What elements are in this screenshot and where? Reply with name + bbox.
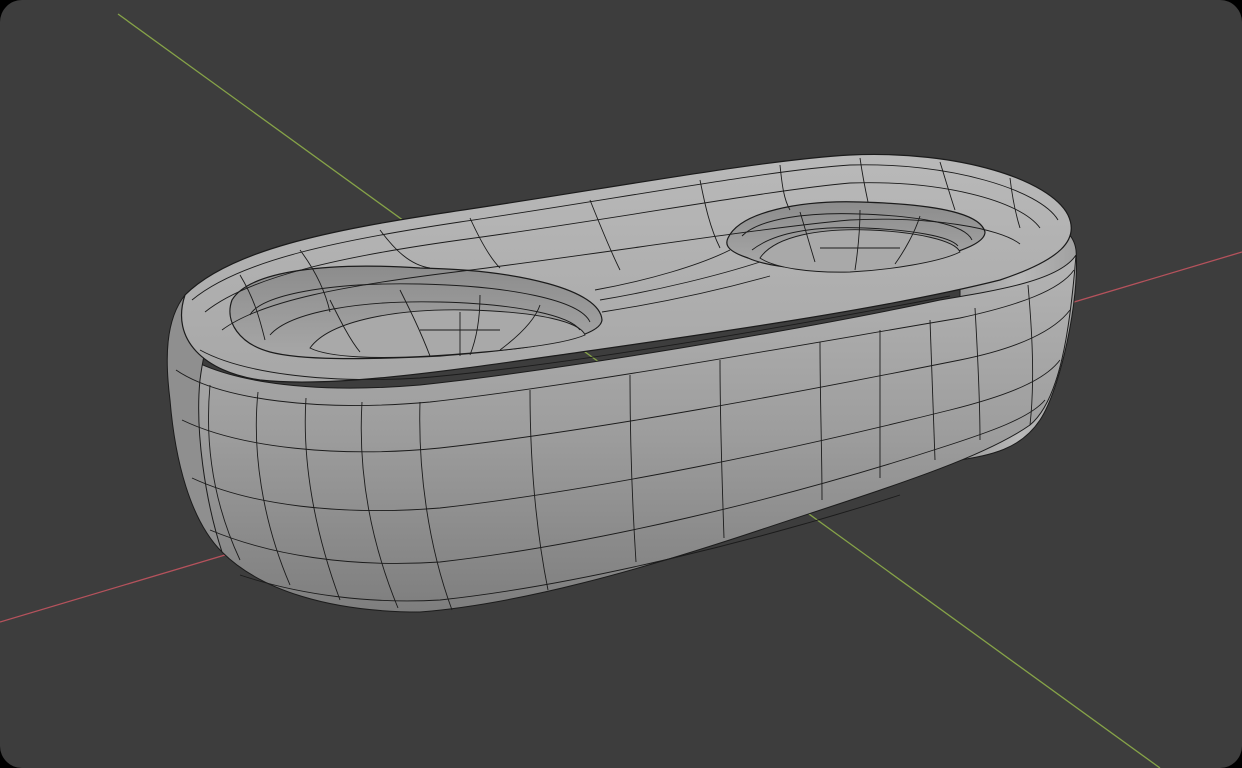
- 3d-viewport[interactable]: [0, 0, 1242, 768]
- tray-mesh[interactable]: [166, 153, 1077, 613]
- viewport-scene[interactable]: [0, 0, 1242, 768]
